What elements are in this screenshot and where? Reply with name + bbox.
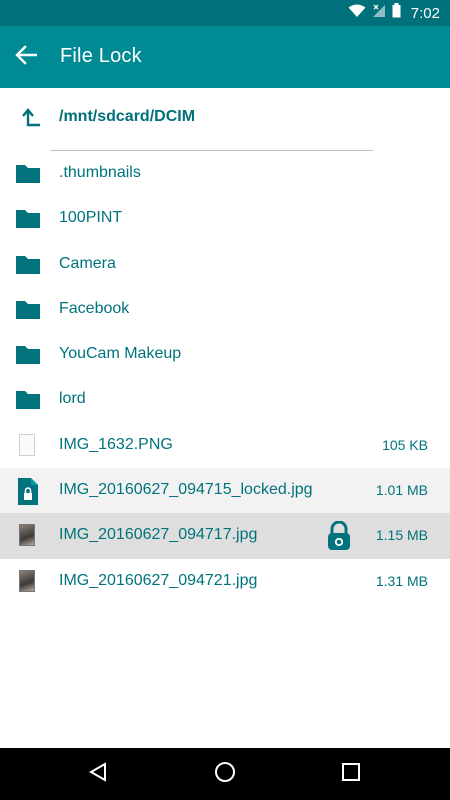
- battery-icon: [392, 3, 401, 23]
- current-path: /mnt/sdcard/DCIM: [59, 108, 196, 125]
- file-size: 1.15 MB: [375, 527, 428, 544]
- image-thumbnail-icon: [19, 569, 35, 592]
- circle-home-icon: [214, 761, 236, 788]
- file-name: IMG_1632.PNG: [59, 435, 173, 453]
- triangle-back-icon: [88, 761, 110, 788]
- folder-icon: [15, 252, 41, 278]
- file-name: lord: [59, 390, 86, 408]
- file-name: 100PINT: [59, 209, 123, 227]
- lock-icon[interactable]: [327, 520, 351, 551]
- file-name: IMG_20160627_094717.jpg: [59, 526, 258, 544]
- file-name: .thumbnails: [59, 164, 141, 181]
- file-size: 1.31 MB: [375, 572, 428, 589]
- list-item[interactable]: Camera: [0, 242, 450, 287]
- file-name: Facebook: [59, 299, 130, 317]
- list-item[interactable]: 100PINT: [0, 196, 450, 241]
- list-item[interactable]: IMG_20160627_094717.jpg 1.15 MB: [0, 513, 450, 559]
- folder-icon: [15, 297, 41, 323]
- page-title: File Lock: [60, 45, 142, 67]
- nav-home-button[interactable]: [212, 761, 238, 787]
- list-item[interactable]: .thumbnails: [0, 151, 450, 196]
- list-item[interactable]: IMG_20160627_094721.jpg 1.31 MB: [0, 559, 450, 604]
- folder-icon: [15, 161, 41, 187]
- app-bar: File Lock: [0, 26, 450, 88]
- signal-icon: [372, 4, 386, 23]
- list-item[interactable]: Facebook: [0, 287, 450, 332]
- file-size: 1.01 MB: [375, 482, 428, 499]
- file-name: IMG_20160627_094721.jpg: [59, 571, 258, 589]
- image-thumbnail-icon: [19, 524, 35, 547]
- navigation-bar: [0, 748, 450, 800]
- back-button[interactable]: [10, 41, 42, 73]
- list-item[interactable]: YouCam Makeup: [0, 332, 450, 377]
- list-item[interactable]: IMG_1632.PNG 105 KB: [0, 423, 450, 468]
- wifi-icon: [348, 4, 366, 23]
- list-item[interactable]: IMG_20160627_094715_locked.jpg 1.01 MB: [0, 468, 450, 514]
- file-list: .thumbnails 100PINT Camera Facebook YouC…: [0, 151, 450, 604]
- arrow-up-icon: [19, 107, 41, 134]
- nav-recents-button[interactable]: [338, 761, 364, 787]
- nav-back-button[interactable]: [86, 761, 112, 787]
- file-name: Camera: [59, 254, 116, 272]
- folder-icon: [15, 387, 41, 413]
- folder-icon: [15, 206, 41, 232]
- clock: 7:02: [410, 4, 440, 22]
- list-item[interactable]: lord: [0, 377, 450, 422]
- locked-file-icon: [15, 478, 41, 506]
- parent-directory-row[interactable]: /mnt/sdcard/DCIM: [0, 90, 450, 148]
- file-size: 105 KB: [382, 436, 428, 453]
- status-icons: 7:02: [348, 0, 440, 26]
- image-thumbnail-icon: [19, 433, 35, 456]
- square-recents-icon: [341, 762, 361, 787]
- arrow-back-icon: [15, 44, 38, 70]
- folder-icon: [15, 342, 41, 368]
- status-bar: 7:02: [0, 0, 450, 26]
- file-name: IMG_20160627_094715_locked.jpg: [59, 481, 313, 499]
- file-name: YouCam Makeup: [59, 345, 182, 363]
